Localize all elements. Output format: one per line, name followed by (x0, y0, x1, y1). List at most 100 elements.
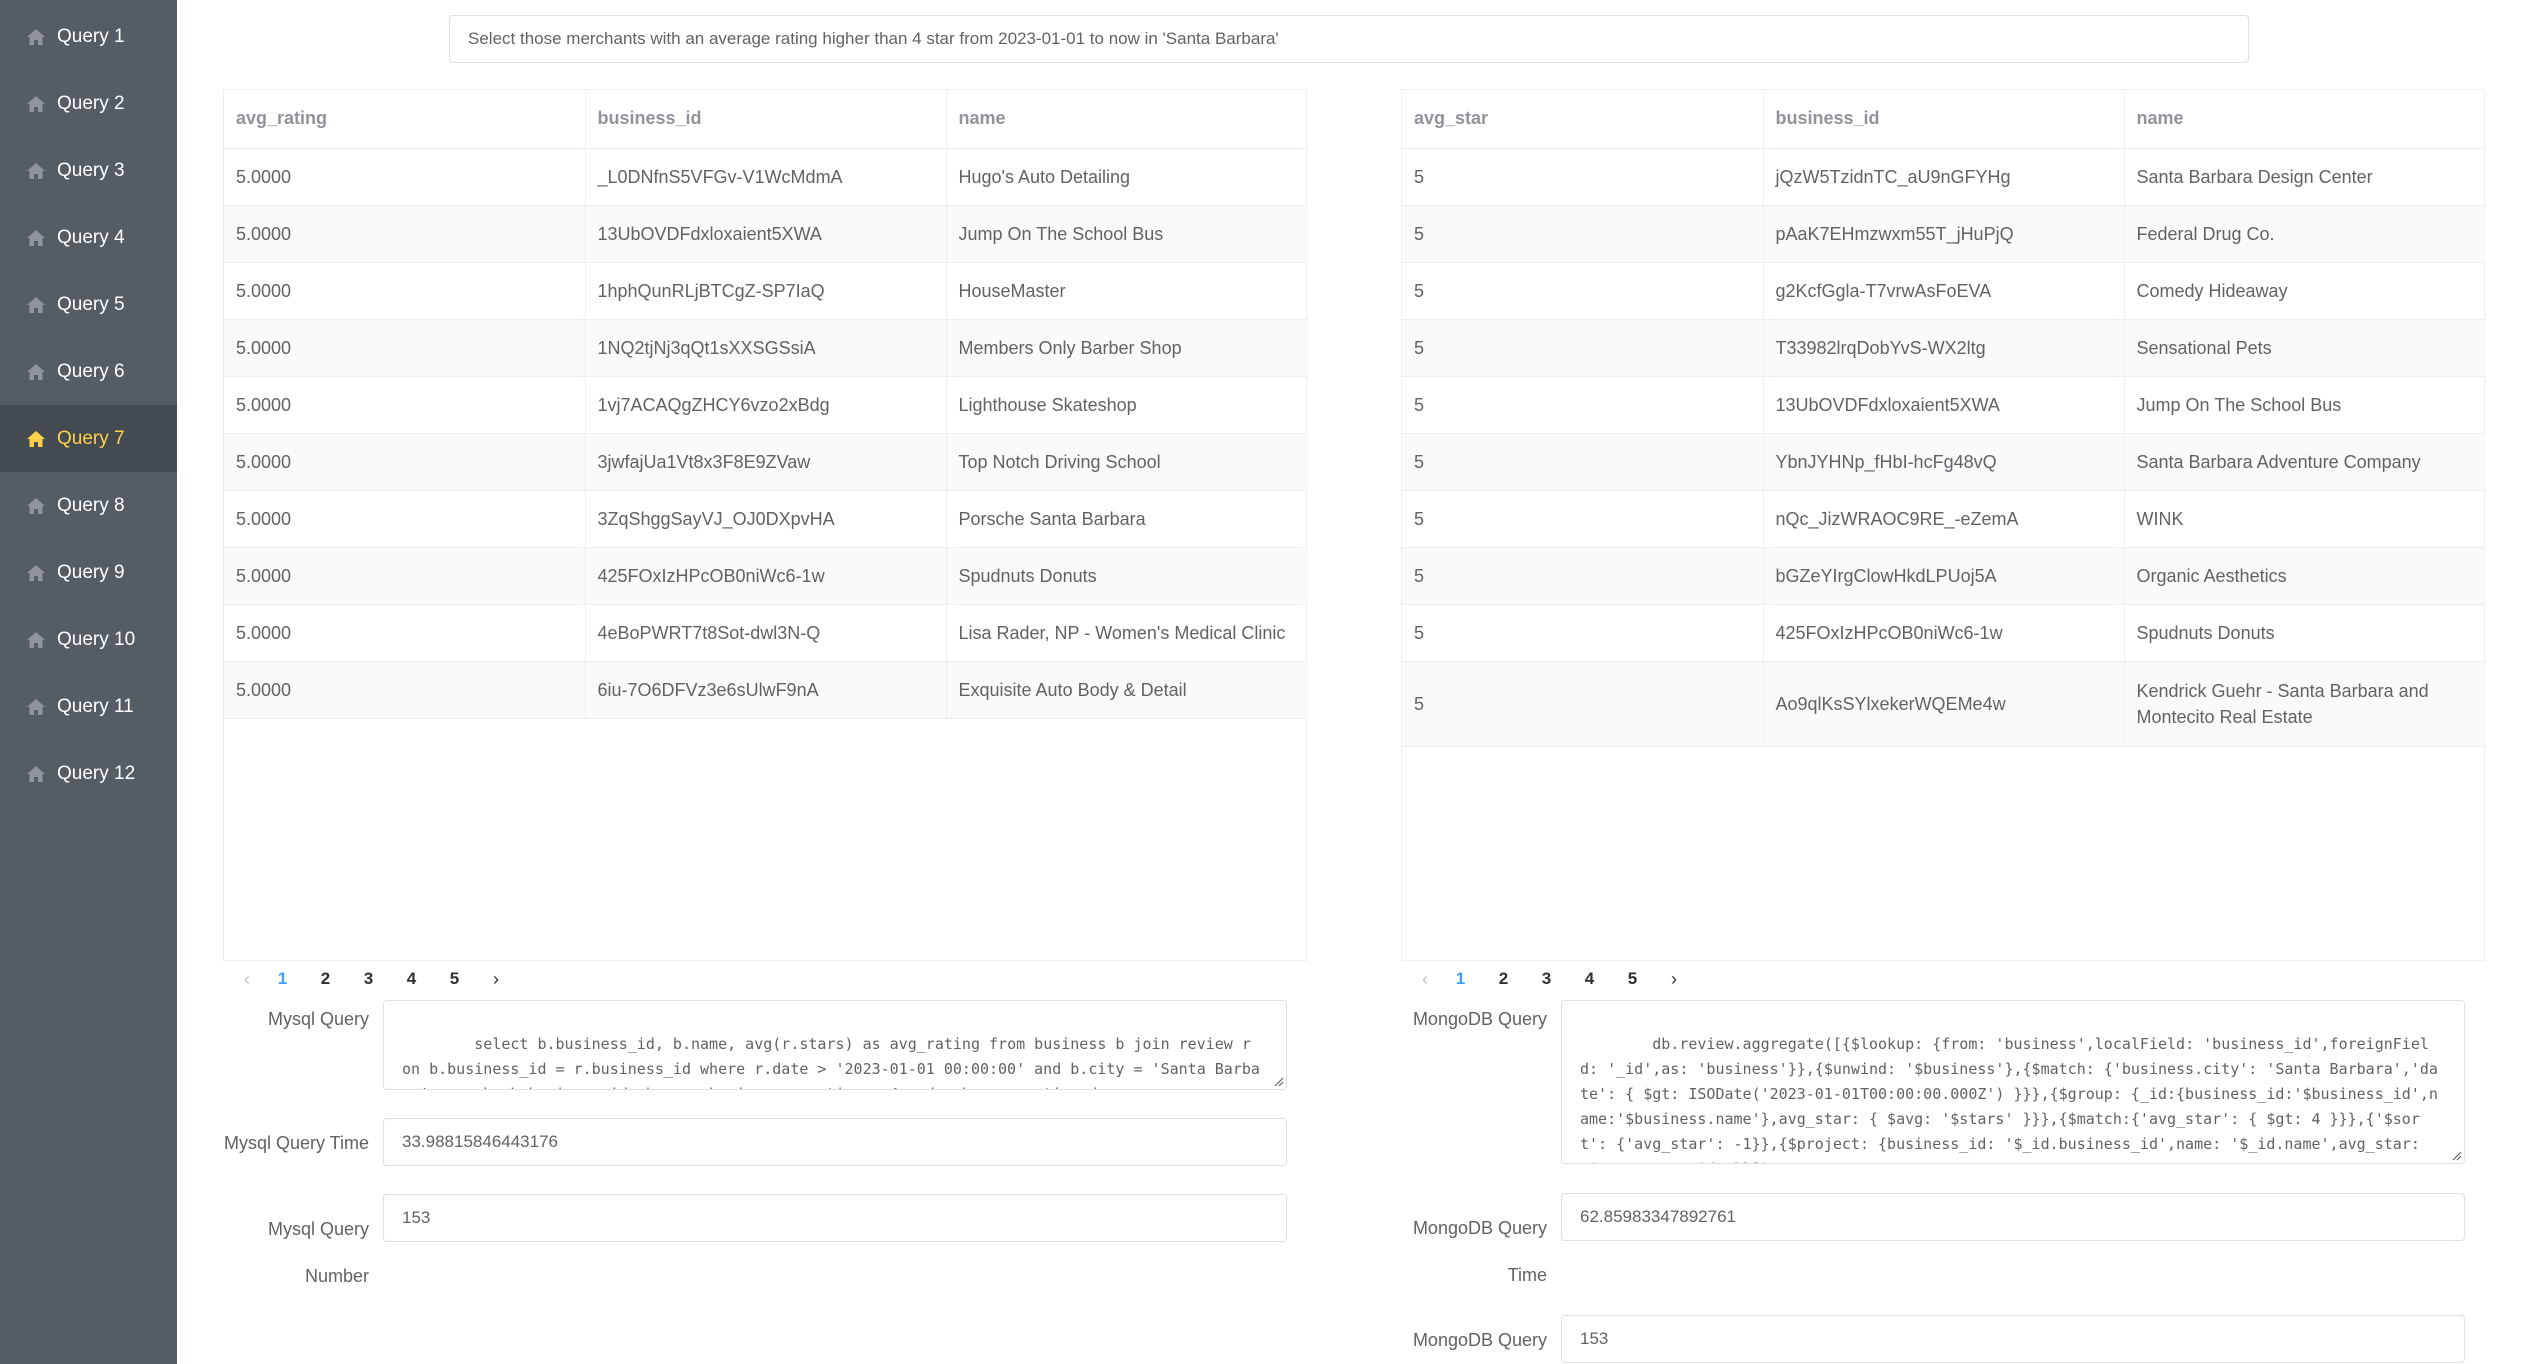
mongodb-number-field[interactable]: 153 (1561, 1315, 2465, 1363)
table-cell: bGZeYIrgClowHkdLPUoj5A (1763, 547, 2125, 605)
table-cell: Exquisite Auto Body & Detail (946, 661, 1308, 719)
sidebar-item-query-12[interactable]: Query 12 (0, 740, 177, 807)
table-cell: 5.0000 (224, 376, 586, 434)
sidebar-item-query-11[interactable]: Query 11 (0, 673, 177, 740)
mysql-query-textarea[interactable]: select b.business_id, b.name, avg(r.star… (383, 1000, 1287, 1090)
sidebar-item-label: Query 6 (57, 360, 125, 382)
page-number[interactable]: 2 (304, 969, 347, 989)
table-cell: 1vj7ACAQgZHCY6vzo2xBdg (585, 376, 947, 434)
mongodb-time-row: MongoDB Query Time 62.85983347892761 (1401, 1193, 2465, 1299)
table-cell: 5 (1402, 262, 1764, 320)
sidebar-item-query-2[interactable]: Query 2 (0, 70, 177, 137)
table-cell: 13UbOVDFdxloxaient5XWA (1763, 376, 2125, 434)
table-row[interactable]: 5 13UbOVDFdxloxaient5XWA Jump On The Schoo… (1402, 376, 2486, 434)
table-cell: 425FOxIzHPcOB0niWc6-1w (585, 547, 947, 605)
sidebar-item-query-9[interactable]: Query 9 (0, 539, 177, 606)
page-number[interactable]: 1 (1439, 969, 1482, 989)
table-row[interactable]: 5.0000 1NQ2tjNj3qQt1sXXSGSsiA Members Only… (224, 319, 1308, 377)
table-row[interactable]: 5 g2KcfGgla-T7vrwAsFoEVA Comedy Hideaway (1402, 262, 2486, 320)
column-header[interactable]: business_id (585, 90, 947, 149)
sidebar-item-query-7[interactable]: Query 7 (0, 405, 177, 472)
home-icon (26, 764, 46, 784)
table-row[interactable]: 5.0000 1vj7ACAQgZHCY6vzo2xBdg Lighthouse S… (224, 376, 1308, 434)
table-cell: Santa Barbara Adventure Company (2124, 433, 2486, 491)
mysql-time-label: Mysql Query Time (223, 1133, 369, 1153)
page-number[interactable]: 4 (390, 969, 433, 989)
mysql-panel: avg_rating business_id name 5.0000 _L0DNf… (223, 89, 1308, 1364)
page-number[interactable]: 3 (1525, 969, 1568, 989)
table-cell: 3jwfajUa1Vt8x3F8E9ZVaw (585, 433, 947, 491)
page-number[interactable]: 5 (433, 969, 476, 989)
table-row[interactable]: 5.0000 4eBoPWRT7t8Sot-dwl3N-Q Lisa Rader, … (224, 604, 1308, 662)
mysql-query-text: select b.business_id, b.name, avg(r.star… (402, 1035, 1260, 1089)
mongodb-time-field[interactable]: 62.85983347892761 (1561, 1193, 2465, 1241)
mysql-number-field[interactable]: 153 (383, 1194, 1287, 1242)
page-number[interactable]: 3 (347, 969, 390, 989)
column-header[interactable]: name (946, 90, 1308, 149)
mongodb-query-textarea[interactable]: db.review.aggregate([{$lookup: {from: 'b… (1561, 1000, 2465, 1164)
sidebar-item-query-4[interactable]: Query 4 (0, 204, 177, 271)
chevron-left-icon[interactable]: ‹ (233, 969, 261, 990)
table-row[interactable]: 5 bGZeYIrgClowHkdLPUoj5A Organic Aesthetic… (1402, 547, 2486, 605)
column-header[interactable]: avg_rating (224, 90, 586, 149)
chevron-right-icon[interactable]: › (482, 969, 510, 990)
table-cell: 5.0000 (224, 148, 586, 206)
sidebar-item-query-6[interactable]: Query 6 (0, 338, 177, 405)
sidebar-item-label: Query 4 (57, 226, 125, 248)
table-cell: nQc_JizWRAOC9RE_-eZemA (1763, 490, 2125, 548)
table-row[interactable]: 5.0000 6iu-7O6DFVz3e6sUlwF9nA Exquisite Au… (224, 661, 1308, 719)
column-header[interactable]: avg_star (1402, 90, 1764, 149)
mysql-pagination: ‹ 1 2 3 4 5 › (223, 961, 510, 997)
resize-handle-icon[interactable] (1272, 1075, 1284, 1087)
table-cell: Hugo's Auto Detailing (946, 148, 1308, 206)
sidebar-item-query-1[interactable]: Query 1 (0, 3, 177, 70)
table-cell: Organic Aesthetics (2124, 547, 2486, 605)
home-icon (26, 94, 46, 114)
table-cell: Sensational Pets (2124, 319, 2486, 377)
table-cell: 5 (1402, 433, 1764, 491)
column-header[interactable]: business_id (1763, 90, 2125, 149)
page-number[interactable]: 2 (1482, 969, 1525, 989)
page-number[interactable]: 5 (1611, 969, 1654, 989)
table-cell: _L0DNfnS5VFGv-V1WcMdmA (585, 148, 947, 206)
mysql-time-value: 33.98815846443176 (402, 1132, 558, 1151)
table-cell: 5.0000 (224, 490, 586, 548)
table-row[interactable]: 5 YbnJYHNp_fHbI-hcFg48vQ Santa Barbara Adv… (1402, 433, 2486, 491)
mysql-time-field[interactable]: 33.98815846443176 (383, 1118, 1287, 1166)
sidebar-item-label: Query 11 (57, 695, 134, 717)
sidebar-item-query-3[interactable]: Query 3 (0, 137, 177, 204)
table-cell: Kendrick Guehr - Santa Barbara and Monte… (2124, 661, 2486, 747)
mongodb-number-value: 153 (1580, 1329, 1609, 1348)
sidebar-item-query-5[interactable]: Query 5 (0, 271, 177, 338)
table-row[interactable]: 5 jQzW5TzidnTC_aU9nGFYHg Santa Barbara Des… (1402, 148, 2486, 206)
table-cell: Santa Barbara Design Center (2124, 148, 2486, 206)
table-cell: 5.0000 (224, 547, 586, 605)
chevron-right-icon[interactable]: › (1660, 969, 1688, 990)
home-icon (26, 27, 46, 47)
table-cell: WINK (2124, 490, 2486, 548)
table-cell: 5 (1402, 547, 1764, 605)
table-row[interactable]: 5 T33982lrqDobYvS-WX2ltg Sensational Pets (1402, 319, 2486, 377)
table-row[interactable]: 5.0000 425FOxIzHPcOB0niWc6-1w Spudnuts Don… (224, 547, 1308, 605)
table-row[interactable]: 5.0000 3jwfajUa1Vt8x3F8E9ZVaw Top Notch Dr… (224, 433, 1308, 491)
table-cell: Jump On The School Bus (2124, 376, 2486, 434)
table-row[interactable]: 5.0000 _L0DNfnS5VFGv-V1WcMdmA Hugo's Auto … (224, 148, 1308, 206)
table-row[interactable]: 5.0000 1hphQunRLjBTCgZ-SP7IaQ HouseMaster (224, 262, 1308, 320)
table-cell: 5.0000 (224, 319, 586, 377)
sidebar-item-query-10[interactable]: Query 10 (0, 606, 177, 673)
table-row[interactable]: 5 pAaK7EHmzwxm55T_jHuPjQ Federal Drug Co. (1402, 205, 2486, 263)
table-row[interactable]: 5.0000 3ZqShggSayVJ_OJ0DXpvHA Porsche Sant… (224, 490, 1308, 548)
resize-handle-icon[interactable] (2450, 1149, 2462, 1161)
mysql-results-table: avg_rating business_id name 5.0000 _L0DNf… (223, 89, 1308, 961)
question-input[interactable]: Select those merchants with an average r… (449, 15, 2249, 63)
sidebar-item-query-8[interactable]: Query 8 (0, 472, 177, 539)
page-number[interactable]: 1 (261, 969, 304, 989)
table-row[interactable]: 5 Ao9qlKsSYlxekerWQEMe4w Kendrick Guehr - … (1402, 661, 2486, 747)
table-cell: 5 (1402, 148, 1764, 206)
table-row[interactable]: 5.0000 13UbOVDFdxloxaient5XWA Jump On The … (224, 205, 1308, 263)
page-number[interactable]: 4 (1568, 969, 1611, 989)
column-header[interactable]: name (2124, 90, 2486, 149)
chevron-left-icon[interactable]: ‹ (1411, 969, 1439, 990)
table-row[interactable]: 5 nQc_JizWRAOC9RE_-eZemA WINK (1402, 490, 2486, 548)
table-row[interactable]: 5 425FOxIzHPcOB0niWc6-1w Spudnuts Donuts (1402, 604, 2486, 662)
